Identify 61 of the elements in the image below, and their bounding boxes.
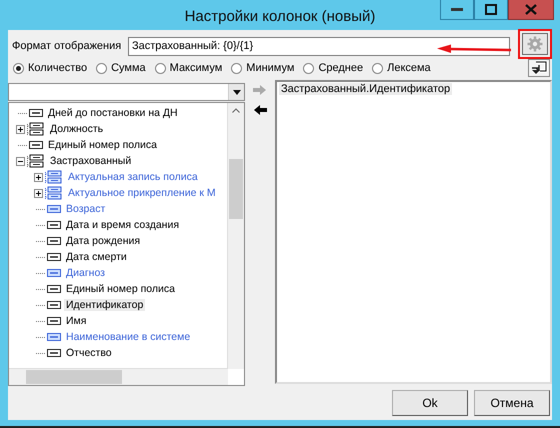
dropdown-icon bbox=[232, 90, 240, 94]
tree-item[interactable]: Идентификатор bbox=[64, 299, 146, 311]
maximize-button[interactable] bbox=[474, 0, 508, 20]
insert-button[interactable] bbox=[528, 59, 550, 77]
tree-item[interactable]: Единый номер полиса bbox=[46, 139, 159, 151]
dialog-button[interactable]: Отмена bbox=[474, 390, 550, 416]
tree-item[interactable]: Наименование в системе bbox=[64, 331, 192, 343]
tree-item[interactable]: Должность bbox=[48, 123, 106, 135]
format-field[interactable]: Застрахованный: {0}/{1} bbox=[128, 36, 510, 56]
field-icon bbox=[47, 253, 61, 261]
tree-item[interactable]: Дней до постановки на ДН bbox=[46, 107, 180, 119]
right-arrow-icon bbox=[253, 85, 267, 95]
aggregate-radio[interactable]: Среднее bbox=[303, 62, 364, 74]
aggregate-radio[interactable]: Лексема bbox=[372, 62, 431, 74]
maximize-icon bbox=[485, 4, 497, 15]
vertical-scrollbar[interactable] bbox=[227, 103, 244, 369]
column-item[interactable]: Застрахованный.Идентификатор bbox=[279, 83, 452, 95]
scrollbar-thumb[interactable] bbox=[26, 370, 122, 384]
field-icon bbox=[29, 109, 43, 117]
format-label: Формат отображения bbox=[12, 40, 122, 52]
table-group-icon bbox=[27, 122, 45, 136]
tree-item[interactable]: Единый номер полиса bbox=[64, 283, 177, 295]
aggregate-radio[interactable]: Количество bbox=[13, 62, 88, 74]
tree-item[interactable]: Отчество bbox=[64, 347, 114, 359]
tree-item[interactable]: Диагноз bbox=[64, 267, 107, 279]
field-icon bbox=[47, 237, 61, 245]
tree-item[interactable]: Дата и время создания bbox=[64, 219, 182, 231]
scrollbar-thumb[interactable] bbox=[229, 159, 243, 219]
table-group-icon bbox=[27, 154, 45, 168]
close-icon bbox=[525, 4, 537, 15]
tree-item[interactable]: Актуальная запись полиса bbox=[66, 171, 200, 183]
minimize-icon bbox=[451, 8, 463, 12]
tree-item[interactable]: Дата смерти bbox=[64, 251, 129, 263]
dialog-button[interactable]: Ok bbox=[392, 390, 468, 416]
aggregate-radio[interactable]: Сумма bbox=[96, 62, 146, 74]
field-icon bbox=[47, 285, 61, 293]
tree-item[interactable]: Дата рождения bbox=[64, 235, 142, 247]
aggregate-radio[interactable]: Максимум bbox=[154, 62, 222, 74]
collapse-icon[interactable] bbox=[16, 156, 25, 166]
field-combobox[interactable] bbox=[8, 83, 245, 101]
insert-icon bbox=[531, 61, 547, 75]
horizontal-scrollbar[interactable] bbox=[9, 368, 228, 385]
aggregate-radio[interactable]: Минимум bbox=[231, 62, 294, 74]
expand-icon[interactable] bbox=[34, 188, 43, 198]
expand-icon[interactable] bbox=[16, 124, 25, 134]
close-button[interactable] bbox=[508, 0, 554, 20]
field-icon bbox=[47, 349, 61, 357]
field-icon bbox=[29, 141, 43, 149]
tree-item[interactable]: Возраст bbox=[64, 203, 108, 215]
field-icon bbox=[47, 221, 61, 229]
field-icon bbox=[47, 301, 61, 309]
gear-icon bbox=[527, 36, 543, 52]
expand-icon[interactable] bbox=[34, 172, 43, 182]
tree-item[interactable]: Актуальное прикрепление к М bbox=[66, 187, 218, 199]
field-icon bbox=[47, 317, 61, 325]
minimize-button[interactable] bbox=[440, 0, 474, 20]
window-title: Настройки колонок (новый) bbox=[184, 6, 376, 24]
left-arrow-icon bbox=[253, 105, 267, 115]
tree-item[interactable]: Имя bbox=[64, 315, 88, 327]
tree-item[interactable]: Застрахованный bbox=[48, 155, 134, 167]
scroll-up-icon bbox=[232, 108, 240, 113]
